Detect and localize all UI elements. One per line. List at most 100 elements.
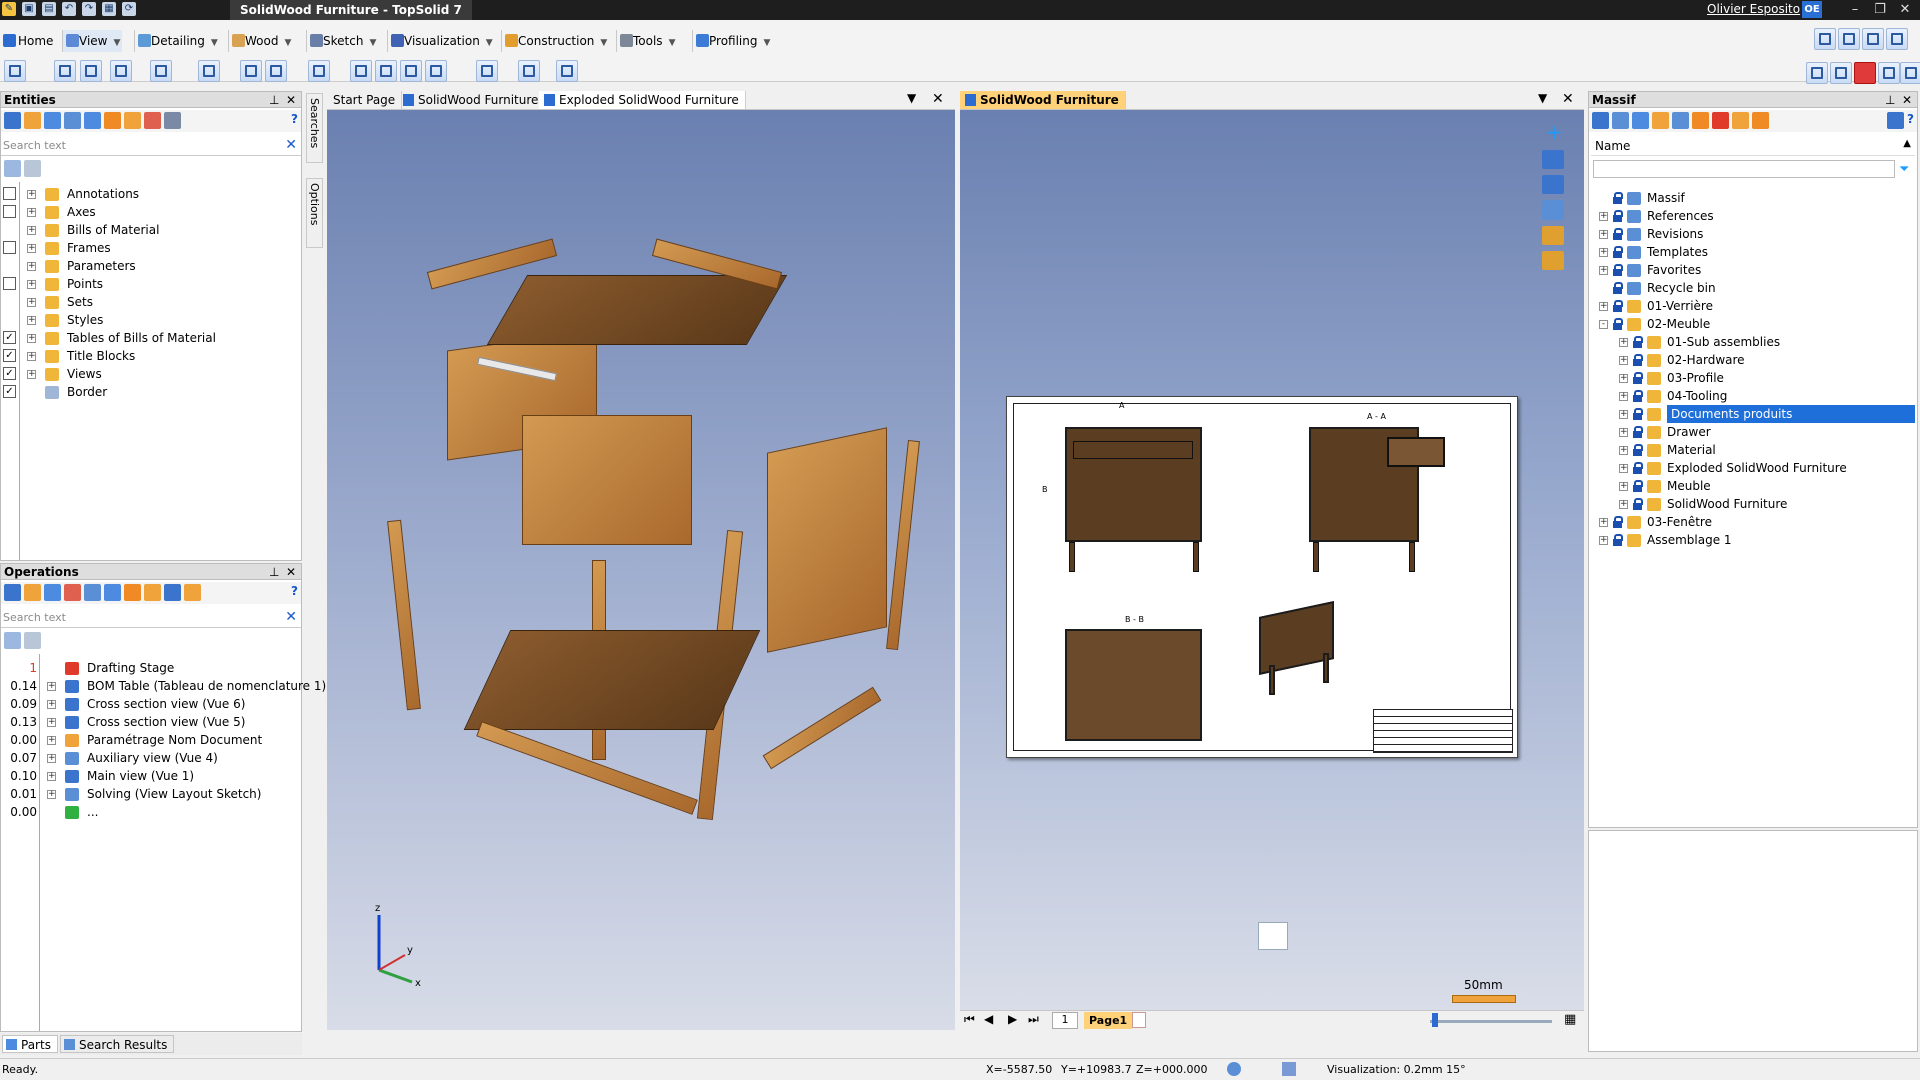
move-up-icon[interactable]: [84, 584, 101, 601]
sync-icon[interactable]: [1862, 28, 1884, 50]
bottom-shelf[interactable]: [463, 630, 761, 730]
name-column-header[interactable]: Name ▲: [1591, 136, 1915, 156]
project-icon[interactable]: [1592, 112, 1609, 129]
insert-icon[interactable]: [124, 584, 141, 601]
pointer-tool-icon[interactable]: [4, 60, 26, 82]
tab-detailing[interactable]: Detailing ▼: [134, 30, 220, 52]
expand-icon[interactable]: +: [47, 754, 56, 763]
chevron-down-icon[interactable]: ▼: [600, 38, 607, 48]
tab-home[interactable]: Home: [2, 30, 55, 52]
layers-icon[interactable]: [1692, 112, 1709, 129]
drawing-sheet[interactable]: A B A - A B - B: [1006, 396, 1518, 758]
project-tree-row[interactable]: + Exploded SolidWood Furniture: [1589, 459, 1917, 477]
chevron-down-icon[interactable]: ▼: [764, 38, 771, 48]
sheet-preview-icon[interactable]: [1258, 922, 1288, 950]
close-icon[interactable]: ✕: [1902, 92, 1912, 108]
operation-row[interactable]: 0.10 + Main view (Vue 1): [1, 767, 301, 785]
sort-icon[interactable]: ▲: [1903, 138, 1911, 149]
expand-icon[interactable]: +: [1599, 536, 1608, 545]
expand-icon[interactable]: +: [1619, 356, 1628, 365]
pattern-icon[interactable]: [265, 60, 287, 82]
chevron-down-icon[interactable]: ▼: [284, 38, 291, 48]
save-all-icon[interactable]: ▤: [42, 2, 56, 16]
expand-icon[interactable]: +: [1619, 392, 1628, 401]
operation-row[interactable]: 0.00 + Paramétrage Nom Document: [1, 731, 301, 749]
chevron-down-icon[interactable]: ▼: [113, 38, 120, 48]
clear-search-icon[interactable]: ✕: [285, 137, 297, 153]
expand-icon[interactable]: +: [47, 700, 56, 709]
project-tree-row[interactable]: - 02-Meuble: [1589, 315, 1917, 333]
expand-icon[interactable]: +: [1619, 500, 1628, 509]
operation-row[interactable]: 0.14 + BOM Table (Tableau de nomenclature …: [1, 677, 326, 695]
entity-row[interactable]: ✓ + Title Blocks: [1, 347, 301, 365]
columns-icon[interactable]: [24, 160, 41, 177]
pin-icon[interactable]: ⊥: [269, 564, 279, 580]
link-icon[interactable]: [1672, 112, 1689, 129]
layout-icon[interactable]: [1542, 150, 1564, 170]
bom-icon[interactable]: [425, 60, 447, 82]
expand-icon[interactable]: +: [1599, 266, 1608, 275]
tab-solidwood-furniture[interactable]: SolidWood Furniture: [398, 91, 546, 109]
expand-icon[interactable]: +: [1619, 374, 1628, 383]
hide-icon[interactable]: [24, 584, 41, 601]
columns-icon[interactable]: [24, 632, 41, 649]
expand-icon[interactable]: [64, 112, 81, 129]
prev-page-icon[interactable]: ◀: [984, 1012, 993, 1026]
project-tree-row[interactable]: + References: [1589, 207, 1917, 225]
minimize-icon[interactable]: –: [1843, 0, 1867, 20]
palette-icon[interactable]: [1542, 225, 1564, 245]
annotation-icon[interactable]: [375, 60, 397, 82]
layout-switch-icon[interactable]: [1814, 28, 1836, 50]
list-icon[interactable]: [164, 112, 181, 129]
help-icon[interactable]: ?: [291, 584, 298, 602]
project-tree-row[interactable]: +01-Sub assemblies: [1589, 333, 1917, 351]
close-icon[interactable]: ✕: [286, 564, 296, 580]
viewport-3d[interactable]: z y x: [327, 110, 955, 1030]
section-view-bb[interactable]: [1065, 629, 1202, 741]
entity-row[interactable]: + Parameters: [1, 257, 301, 275]
snap-icon[interactable]: [1227, 1062, 1241, 1076]
project-tree-row[interactable]: +04-Tooling: [1589, 387, 1917, 405]
bottom-rail[interactable]: [762, 686, 882, 770]
tab-list-icon[interactable]: ▼: [1538, 91, 1547, 105]
project-tree-row[interactable]: + Material: [1589, 441, 1917, 459]
help-icon[interactable]: [1886, 28, 1908, 50]
expand-icon[interactable]: +: [1619, 464, 1628, 473]
link-icon[interactable]: [4, 160, 21, 177]
tab-construction[interactable]: Construction ▼: [501, 30, 609, 52]
detail-view-icon[interactable]: [240, 60, 262, 82]
chevron-down-icon[interactable]: ▼: [486, 38, 493, 48]
entity-row[interactable]: + Sets: [1, 293, 301, 311]
expand-icon[interactable]: +: [47, 772, 56, 781]
project-tree-row[interactable]: + Revisions: [1589, 225, 1917, 243]
operation-row[interactable]: 1 Drafting Stage: [1, 659, 301, 677]
select-box-icon[interactable]: [476, 60, 498, 82]
expand-icon[interactable]: +: [1599, 302, 1608, 311]
project-tree-row[interactable]: + Meuble: [1589, 477, 1917, 495]
visibility-checkbox[interactable]: ✓: [3, 385, 16, 398]
project-tree-row[interactable]: + Favorites: [1589, 261, 1917, 279]
layer-icon[interactable]: [104, 112, 121, 129]
bottom-rail[interactable]: [476, 721, 698, 815]
expand-icon[interactable]: +: [1619, 338, 1628, 347]
help-icon[interactable]: ?: [291, 112, 298, 130]
entities-search-input[interactable]: Search text ✕: [1, 136, 301, 156]
expand-icon[interactable]: +: [1599, 212, 1608, 221]
tab-sketch[interactable]: Sketch ▼: [306, 30, 378, 52]
expand-icon[interactable]: +: [1619, 446, 1628, 455]
entity-row[interactable]: + Styles: [1, 311, 301, 329]
tab-visualization[interactable]: Visualization ▼: [387, 30, 495, 52]
next-page-icon[interactable]: ▶: [1008, 1012, 1017, 1026]
visibility-checkbox[interactable]: ✓: [3, 349, 16, 362]
expand-icon[interactable]: +: [1619, 482, 1628, 491]
maximize-icon[interactable]: ❐: [1868, 0, 1892, 20]
side-panel[interactable]: [767, 427, 887, 653]
expand-icon[interactable]: +: [27, 334, 36, 343]
tab-wood[interactable]: Wood ▼: [228, 30, 293, 52]
expand-icon[interactable]: +: [47, 718, 56, 727]
app-icon[interactable]: ✎: [2, 2, 16, 16]
first-page-icon[interactable]: ⏮: [964, 1012, 975, 1027]
settings-icon[interactable]: [1900, 62, 1920, 84]
hide-icon[interactable]: [24, 112, 41, 129]
help-icon[interactable]: ?: [1907, 112, 1914, 130]
